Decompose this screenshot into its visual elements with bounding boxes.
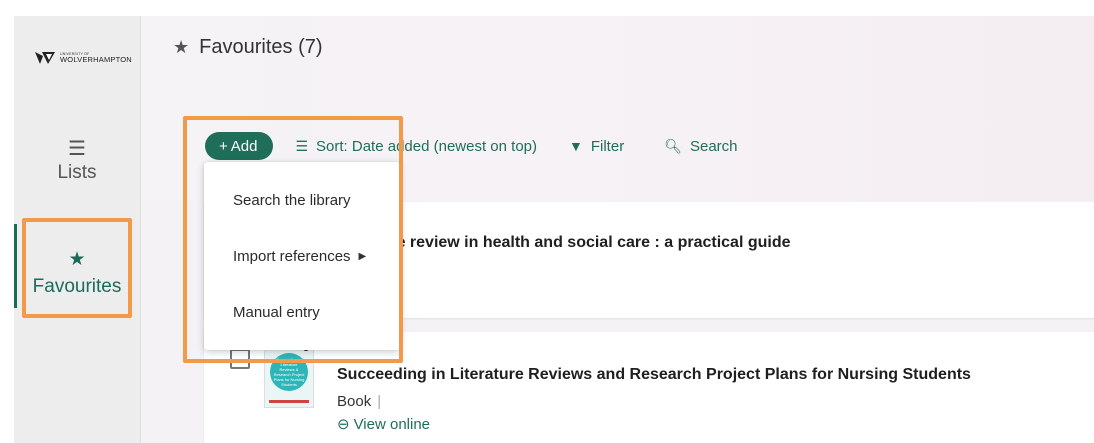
university-logo[interactable]: UNIVERSITY OF WOLVERHAMPTON: [34, 50, 132, 66]
filter-icon: ▼: [569, 138, 583, 154]
view-online-link[interactable]: ⊖ View online: [337, 415, 431, 434]
list-icon: ☰: [68, 138, 86, 160]
cover-footer: [269, 400, 309, 403]
item-type: Book |: [337, 393, 381, 410]
divider: |: [377, 393, 382, 410]
highlight-box-add-menu: [183, 116, 403, 363]
sidebar-item-lists[interactable]: ☰ Lists: [14, 138, 140, 184]
page-title-text: Favourites (7): [199, 36, 323, 58]
star-icon: ★: [173, 37, 190, 57]
logo-big-text: WOLVERHAMPTON: [60, 55, 132, 64]
search-icon: 🔍︎: [664, 137, 682, 154]
search-label: Search: [689, 137, 738, 155]
item-title[interactable]: literature review in health and social c…: [337, 234, 791, 252]
filter-label: Filter: [590, 137, 625, 155]
sidebar-item-label: Lists: [57, 162, 97, 183]
link-icon: ⊖: [337, 416, 350, 433]
page-title: ★ Favourites (7): [173, 36, 323, 59]
logo-mark-icon: [35, 52, 55, 64]
filter-button[interactable]: ▼ Filter: [569, 138, 624, 155]
search-button[interactable]: 🔍︎ Search: [664, 138, 737, 155]
item-type-label: Book: [337, 393, 372, 410]
highlight-box-favourites: [22, 218, 132, 318]
item-title[interactable]: Succeeding in Literature Reviews and Res…: [337, 366, 971, 384]
view-online-label: View online: [353, 415, 431, 433]
